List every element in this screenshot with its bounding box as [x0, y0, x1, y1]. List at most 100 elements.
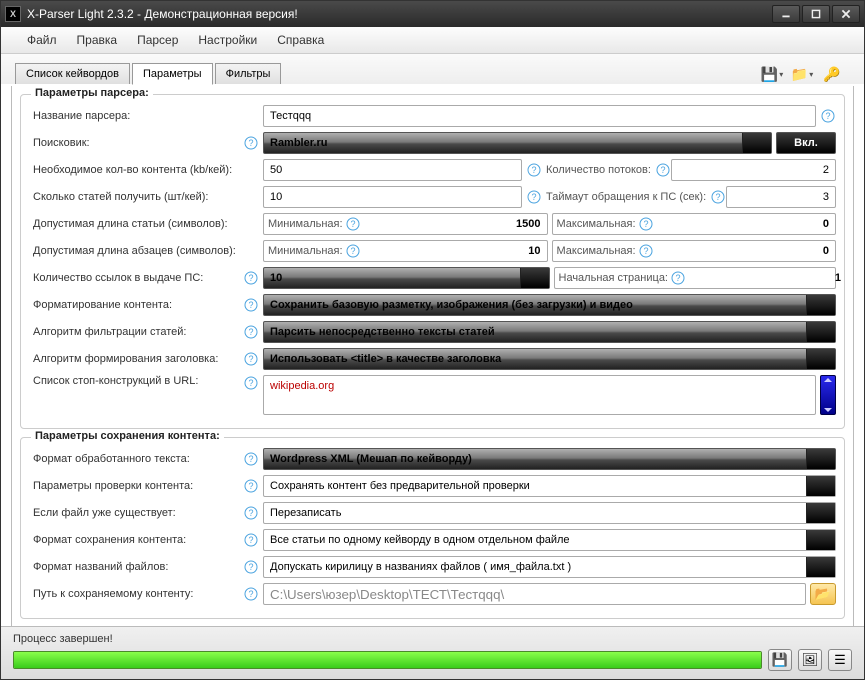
stop-url-textarea[interactable]: wikipedia.org	[263, 375, 816, 415]
path-input[interactable]	[263, 583, 806, 605]
svg-text:?: ?	[248, 562, 253, 572]
tab-filters[interactable]: Фильтры	[215, 63, 282, 84]
help-icon[interactable]: ?	[638, 243, 654, 259]
serp-links-value: 10	[270, 272, 282, 284]
para-min-input[interactable]	[361, 244, 543, 258]
close-button[interactable]	[832, 5, 860, 23]
svg-text:?: ?	[248, 508, 253, 518]
help-icon[interactable]: ?	[243, 505, 259, 521]
svg-text:?: ?	[350, 219, 355, 229]
filter-algo-select[interactable]: Парсить непосредственно тексты статей	[263, 321, 836, 343]
fname-label: Формат названий файлов:	[29, 561, 239, 573]
help-icon[interactable]: ?	[243, 478, 259, 494]
status-save-button[interactable]: 💾	[768, 649, 792, 671]
check-value: Сохранять контент без предварительной пр…	[270, 480, 530, 492]
serp-links-select[interactable]: 10	[263, 267, 550, 289]
menu-settings[interactable]: Настройки	[190, 31, 265, 49]
start-page-input[interactable]	[686, 271, 843, 285]
status-list-button[interactable]: ☰	[828, 649, 852, 671]
max-label: Максимальная:	[557, 218, 636, 230]
check-label: Параметры проверки контента:	[29, 480, 239, 492]
tab-keywords[interactable]: Список кейвордов	[15, 63, 130, 84]
svg-text:?: ?	[248, 327, 253, 337]
para-len-label: Допустимая длина абзацев (символов):	[29, 245, 239, 257]
content-kb-input[interactable]	[263, 159, 522, 181]
articles-label: Сколько статей получить (шт/кей):	[29, 191, 239, 203]
article-min-input[interactable]	[361, 217, 543, 231]
exists-label: Если файл уже существует:	[29, 507, 239, 519]
menu-file[interactable]: Файл	[19, 31, 65, 49]
help-icon[interactable]: ?	[526, 162, 542, 178]
help-icon[interactable]: ?	[345, 216, 361, 232]
svg-text:?: ?	[660, 165, 665, 175]
formatting-value: Сохранить базовую разметку, изображения …	[270, 299, 633, 311]
tab-params[interactable]: Параметры	[132, 63, 213, 85]
article-max-input[interactable]	[654, 217, 831, 231]
help-icon[interactable]: ?	[655, 162, 671, 178]
help-icon[interactable]: ?	[670, 270, 686, 286]
check-select[interactable]: Сохранять контент без предварительной пр…	[263, 475, 836, 497]
help-icon[interactable]: ?	[526, 189, 542, 205]
svg-text:?: ?	[248, 273, 253, 283]
title-algo-select[interactable]: Использовать <title> в качестве заголовк…	[263, 348, 836, 370]
search-engine-select[interactable]: Rambler.ru	[263, 132, 772, 154]
scrollbar[interactable]	[820, 375, 836, 415]
help-icon[interactable]: ?	[638, 216, 654, 232]
browse-button[interactable]: 📂	[810, 583, 836, 605]
exists-select[interactable]: Перезаписать	[263, 502, 836, 524]
exists-value: Перезаписать	[270, 507, 341, 519]
para-max-input[interactable]	[654, 244, 831, 258]
group-title: Параметры сохранения контента:	[31, 430, 224, 442]
filter-algo-label: Алгоритм фильтрации статей:	[29, 326, 239, 338]
help-icon[interactable]: ?	[243, 297, 259, 313]
help-icon[interactable]: ?	[243, 351, 259, 367]
path-label: Путь к сохраняемому контенту:	[29, 588, 239, 600]
help-icon[interactable]: ?	[243, 324, 259, 340]
stop-url-label: Список стоп-конструкций в URL:	[29, 375, 239, 387]
minimize-button[interactable]	[772, 5, 800, 23]
articles-input[interactable]	[263, 186, 522, 208]
search-engine-label: Поисковик:	[29, 137, 239, 149]
save-icon[interactable]: 💾▾	[760, 64, 784, 84]
svg-text:?: ?	[248, 138, 253, 148]
key-icon[interactable]: 🔑	[820, 64, 844, 84]
help-icon[interactable]: ?	[243, 135, 259, 151]
help-icon[interactable]: ?	[345, 243, 361, 259]
serp-links-label: Количество ссылок в выдаче ПС:	[29, 272, 239, 284]
svg-text:?: ?	[716, 192, 721, 202]
title-algo-label: Алгоритм формирования заголовка:	[29, 353, 239, 365]
status-export-button[interactable]: 🖼	[798, 649, 822, 671]
fname-select[interactable]: Допускать кирилицу в названиях файлов ( …	[263, 556, 836, 578]
help-icon[interactable]: ?	[243, 270, 259, 286]
svg-text:?: ?	[248, 378, 253, 388]
save-fmt-select[interactable]: Все статьи по одному кейворду в одном от…	[263, 529, 836, 551]
menu-edit[interactable]: Правка	[69, 31, 126, 49]
engine-toggle[interactable]: Вкл.	[776, 132, 836, 154]
timeout-input[interactable]	[726, 186, 836, 208]
help-icon[interactable]: ?	[243, 532, 259, 548]
help-icon[interactable]: ?	[243, 451, 259, 467]
svg-text:?: ?	[643, 219, 648, 229]
parser-name-input[interactable]	[263, 105, 816, 127]
formatting-select[interactable]: Сохранить базовую разметку, изображения …	[263, 294, 836, 316]
app-icon: X	[5, 6, 21, 22]
save-fmt-label: Формат сохранения контента:	[29, 534, 239, 546]
help-icon[interactable]: ?	[243, 559, 259, 575]
help-icon[interactable]: ?	[243, 586, 259, 602]
menu-parser[interactable]: Парсер	[129, 31, 186, 49]
help-icon[interactable]: ?	[243, 375, 259, 391]
help-icon[interactable]: ?	[820, 108, 836, 124]
format-select[interactable]: Wordpress XML (Мешап по кейворду)	[263, 448, 836, 470]
maximize-button[interactable]	[802, 5, 830, 23]
min-label: Минимальная:	[268, 245, 343, 257]
menu-help[interactable]: Справка	[269, 31, 332, 49]
content-kb-label: Необходимое кол-во контента (kb/кей):	[29, 164, 239, 176]
folder-icon[interactable]: 📁▾	[790, 64, 814, 84]
svg-text:?: ?	[675, 273, 680, 283]
svg-text:?: ?	[248, 354, 253, 364]
help-icon[interactable]: ?	[710, 189, 726, 205]
start-page-label: Начальная страница:	[559, 272, 669, 284]
window-title: X-Parser Light 2.3.2 - Демонстрационная …	[27, 7, 772, 21]
svg-text:?: ?	[531, 192, 536, 202]
threads-input[interactable]	[671, 159, 836, 181]
